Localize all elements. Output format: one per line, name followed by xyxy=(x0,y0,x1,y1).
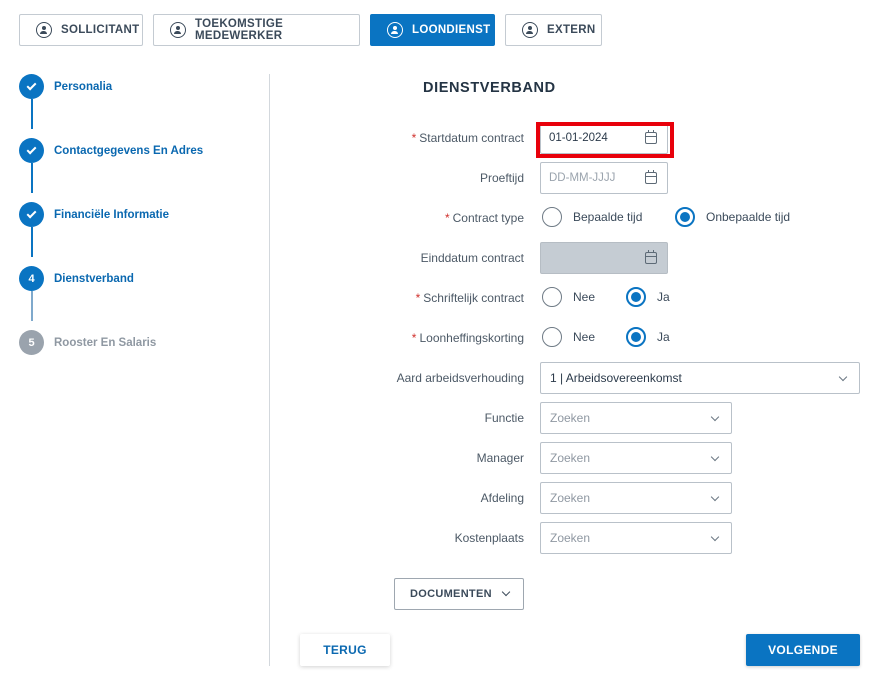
volgende-button[interactable]: VOLGENDE xyxy=(746,634,860,666)
calendar-icon[interactable] xyxy=(645,169,657,184)
calendar-icon xyxy=(645,249,657,264)
tab-label: LOONDIENST xyxy=(412,24,491,36)
step-financiele-informatie[interactable]: Financiële Informatie xyxy=(19,202,169,227)
schriftelijk-label: * Schriftelijk contract xyxy=(415,291,524,305)
tab-label: TOEKOMSTIGE MEDEWERKER xyxy=(195,18,284,42)
step-personalia[interactable]: Personalia xyxy=(19,74,112,99)
step-connector xyxy=(31,99,33,129)
step-done-marker xyxy=(19,202,44,227)
user-icon xyxy=(387,22,403,38)
manager-placeholder: Zoeken xyxy=(550,451,591,465)
radio-loonheffing-nee[interactable]: Nee xyxy=(542,327,595,347)
radio-circle xyxy=(542,287,562,307)
radio-label: Nee xyxy=(573,290,596,304)
radio-label: Onbepaalde tijd xyxy=(706,210,791,224)
documenten-label: DOCUMENTEN xyxy=(410,588,492,600)
step-label: Rooster En Salaris xyxy=(54,336,157,349)
contract-type-label: * Contract type xyxy=(444,211,524,225)
radio-label: Nee xyxy=(573,330,596,344)
terug-button[interactable]: TERUG xyxy=(300,634,390,666)
manager-label: Manager xyxy=(476,451,524,465)
chevron-down-icon xyxy=(710,452,720,462)
kostenplaats-select[interactable]: Zoeken xyxy=(540,522,732,554)
step-label: Personalia xyxy=(54,80,113,93)
required-marker: * xyxy=(411,131,417,145)
loonheffing-label: * Loonheffingskorting xyxy=(411,331,524,345)
proeftijd-placeholder: DD-MM-JJJJ xyxy=(549,172,616,184)
radio-label: Bepaalde tijd xyxy=(573,210,643,224)
step-done-marker xyxy=(19,138,44,163)
step-number: 5 xyxy=(19,330,44,355)
radio-circle-selected xyxy=(626,327,646,347)
highlight-box xyxy=(536,122,674,158)
radio-circle-selected xyxy=(626,287,646,307)
tab-toekomstige-medewerker[interactable]: TOEKOMSTIGE MEDEWERKER xyxy=(153,14,360,46)
chevron-down-icon xyxy=(838,372,848,382)
radio-circle xyxy=(542,207,562,227)
check-icon xyxy=(26,80,37,91)
radio-loonheffing-ja[interactable]: Ja xyxy=(626,327,670,347)
step-label: Financiële Informatie xyxy=(54,208,170,221)
required-marker: * xyxy=(444,211,450,225)
tab-label: SOLLICITANT xyxy=(61,24,140,36)
chevron-down-icon xyxy=(710,412,720,422)
aard-label: Aard arbeidsverhouding xyxy=(396,371,524,385)
tab-sollicitant[interactable]: SOLLICITANT xyxy=(19,14,143,46)
radio-onbepaalde-tijd[interactable]: Onbepaalde tijd xyxy=(675,207,790,227)
step-connector xyxy=(31,163,33,193)
step-dienstverband[interactable]: 4 Dienstverband xyxy=(19,266,134,291)
step-connector xyxy=(31,227,33,257)
afdeling-select[interactable]: Zoeken xyxy=(540,482,732,514)
radio-bepaalde-tijd[interactable]: Bepaalde tijd xyxy=(542,207,642,227)
step-label: Dienstverband xyxy=(54,272,134,285)
radio-circle xyxy=(542,327,562,347)
section-title: DIENSTVERBAND xyxy=(423,80,556,96)
chevron-down-icon xyxy=(710,492,720,502)
tab-loondienst[interactable]: LOONDIENST xyxy=(370,14,495,46)
step-connector xyxy=(31,291,33,321)
proeftijd-field[interactable]: DD-MM-JJJJ xyxy=(540,162,668,194)
afdeling-label: Afdeling xyxy=(480,491,524,505)
tab-extern[interactable]: EXTERN xyxy=(505,14,602,46)
aard-value: 1 | Arbeidsovereenkomst xyxy=(550,371,682,385)
einddatum-field xyxy=(540,242,668,274)
required-marker: * xyxy=(415,291,421,305)
radio-circle-selected xyxy=(675,207,695,227)
step-rooster-en-salaris[interactable]: 5 Rooster En Salaris xyxy=(19,330,156,355)
einddatum-label: Einddatum contract xyxy=(420,251,524,265)
documenten-button[interactable]: DOCUMENTEN xyxy=(394,578,524,610)
vertical-divider xyxy=(269,74,270,666)
chevron-down-icon xyxy=(501,587,511,597)
step-contactgegevens[interactable]: Contactgegevens En Adres xyxy=(19,138,203,163)
user-icon xyxy=(36,22,52,38)
chevron-down-icon xyxy=(710,532,720,542)
kostenplaats-label: Kostenplaats xyxy=(454,531,524,545)
kostenplaats-placeholder: Zoeken xyxy=(550,531,591,545)
functie-label: Functie xyxy=(484,411,524,425)
check-icon xyxy=(26,208,37,219)
aard-select[interactable]: 1 | Arbeidsovereenkomst xyxy=(540,362,860,394)
proeftijd-label: Proeftijd xyxy=(479,171,524,185)
radio-label: Ja xyxy=(657,290,670,304)
tab-label: EXTERN xyxy=(547,24,596,36)
step-number: 4 xyxy=(19,266,44,291)
user-icon xyxy=(170,22,186,38)
user-icon xyxy=(522,22,538,38)
startdatum-label: * Startdatum contract xyxy=(411,131,524,145)
step-label: Contactgegevens En Adres xyxy=(54,144,204,157)
radio-label: Ja xyxy=(657,330,670,344)
functie-select[interactable]: Zoeken xyxy=(540,402,732,434)
radio-schriftelijk-ja[interactable]: Ja xyxy=(626,287,670,307)
step-done-marker xyxy=(19,74,44,99)
check-icon xyxy=(26,144,37,155)
radio-schriftelijk-nee[interactable]: Nee xyxy=(542,287,595,307)
afdeling-placeholder: Zoeken xyxy=(550,491,591,505)
functie-placeholder: Zoeken xyxy=(550,411,591,425)
required-marker: * xyxy=(411,331,417,345)
manager-select[interactable]: Zoeken xyxy=(540,442,732,474)
